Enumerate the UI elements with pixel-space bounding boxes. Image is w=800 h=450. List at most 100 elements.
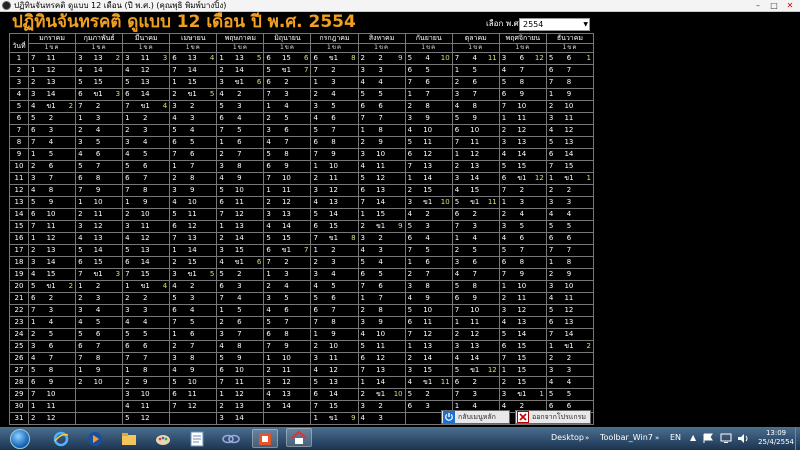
lunar-month-value (296, 77, 308, 88)
lunar-cell: 75 (169, 316, 218, 329)
lunar-month-value (344, 377, 356, 388)
lunar-cell: 6 10 (216, 364, 265, 377)
minimize-button[interactable]: – (750, 0, 766, 11)
weekday-value: 4 (548, 378, 554, 386)
lunar-cell: 3 14 (27, 88, 77, 101)
lunar-day-value: 14 (234, 414, 244, 422)
weekday-value: 4 (313, 366, 318, 374)
desktop-toolbar-label[interactable]: Desktop (551, 433, 584, 442)
main-menu-button[interactable]: กลับเมนูหลัก (441, 410, 510, 424)
lunar-month-value (438, 185, 450, 196)
clock[interactable]: 13:09 25/4/2554 (758, 429, 794, 447)
lunar-day-value: 6 (284, 306, 289, 314)
weekday-value: 6 (219, 114, 224, 122)
lunar-cell: 17 (404, 88, 453, 101)
weekday-value: 2 (454, 78, 460, 86)
lunar-day-value: 3 (566, 198, 572, 206)
subheader-label: ค (384, 44, 390, 51)
weekday-value: 6 (172, 390, 177, 398)
exit-button[interactable]: ออกจากโปรแกรม (515, 410, 591, 424)
weekday-value: 4 (454, 270, 460, 278)
lunar-month-value (391, 245, 403, 256)
weekday-value: 5 (548, 54, 554, 62)
lunar-day-value: 3 (48, 126, 54, 134)
toolbar-arrow-icon[interactable]: » (655, 434, 659, 442)
chevron-down-icon[interactable]: ▼ (583, 19, 588, 30)
weekday-value: 2 (454, 162, 460, 170)
show-desktop-button[interactable] (795, 427, 800, 450)
weekday-value: 5 (454, 282, 460, 290)
month-header: ธันวาคม (545, 33, 595, 44)
lunar-day-value: 7 (519, 246, 525, 254)
taskbar-paint[interactable] (150, 429, 176, 448)
lunar-month-value (579, 329, 591, 340)
lunar-day-value: 13 (234, 222, 244, 230)
weekday-value: 6 (78, 258, 83, 266)
taskbar-notepad[interactable] (184, 429, 210, 448)
toolbar-label[interactable]: Toolbar_Win7 (600, 433, 653, 442)
desktop-arrow-icon[interactable]: » (585, 434, 589, 442)
lunar-day-value: 12 (140, 234, 150, 242)
lunar-day-value: 7 (95, 342, 101, 350)
weekday-value: 4 (125, 66, 130, 74)
lunar-day-value: 7 (48, 174, 54, 182)
language-indicator[interactable]: EN (670, 433, 681, 442)
weekday-value: 2 (360, 54, 366, 62)
lunar-cell: 2 15 (498, 376, 547, 389)
taskbar-network[interactable] (218, 429, 244, 448)
lunar-cell: 78 (545, 76, 595, 89)
lunar-month-value (202, 389, 214, 400)
lunar-month-value (155, 185, 167, 196)
start-button[interactable] (2, 427, 38, 450)
lunar-cell: 68 (75, 172, 124, 185)
lunar-day-value: 2 (425, 210, 430, 218)
taskbar-home[interactable] (286, 428, 312, 447)
lunar-day-value: 4 (378, 78, 383, 86)
network-icon[interactable] (720, 433, 732, 444)
year-select[interactable]: 2554 ▼ (519, 18, 590, 31)
volume-icon[interactable] (737, 433, 749, 444)
lunar-cell: 69 (451, 292, 500, 305)
subheader-label: ค (336, 44, 342, 51)
taskbar-media[interactable] (82, 429, 108, 448)
lunar-cell: 3 14 (27, 256, 77, 269)
lunar-cell: 2 10 (122, 208, 171, 221)
flag-icon[interactable] (703, 433, 714, 444)
weekday-value: 4 (172, 198, 177, 206)
lunar-month-value (391, 281, 403, 292)
lunar-day-value: 5 (142, 150, 148, 158)
subheader-label: ค (101, 44, 107, 51)
app-icon (2, 1, 11, 10)
lunar-cell: 15 (451, 64, 500, 77)
weekday-value: 5 (31, 114, 36, 122)
lunar-cell: 66 (122, 340, 171, 353)
weekday-value: 7 (172, 402, 177, 410)
lunar-month-value (485, 185, 497, 196)
weekday-value: 4 (407, 378, 413, 386)
lunar-day-value: 12 (376, 174, 386, 182)
year-select-value: 2554 (523, 20, 544, 29)
lunar-cell: 36 (27, 340, 77, 353)
lunar-cell: 5 ข1 2 (27, 280, 77, 293)
weekday-value: 2 (548, 354, 554, 362)
maximize-button[interactable]: □ (766, 0, 782, 11)
lunar-cell: 19 (545, 88, 595, 101)
lunar-day-value: 14 (470, 354, 480, 362)
taskbar-explorer[interactable] (116, 429, 142, 448)
lunar-month-value (485, 221, 497, 232)
weekday-value: 1 (454, 66, 460, 74)
taskbar-calendar-app[interactable] (252, 429, 278, 448)
weekday-value: 7 (407, 330, 413, 338)
lunar-month-value (155, 389, 167, 400)
weekday-value: 4 (78, 150, 83, 158)
lunar-month-value (579, 377, 591, 388)
close-button[interactable]: ✕ (782, 0, 798, 11)
lunar-month-value: 12 (534, 174, 544, 182)
weekday-value: 4 (219, 258, 224, 266)
weekday-value: 5 (266, 234, 271, 242)
weekday-value: 4 (219, 90, 224, 98)
weekday-value: 6 (172, 222, 177, 230)
tray-expand-icon[interactable]: ▲ (690, 433, 696, 442)
lunar-cell: 7 14 (169, 64, 218, 77)
taskbar-ie[interactable] (48, 429, 74, 448)
